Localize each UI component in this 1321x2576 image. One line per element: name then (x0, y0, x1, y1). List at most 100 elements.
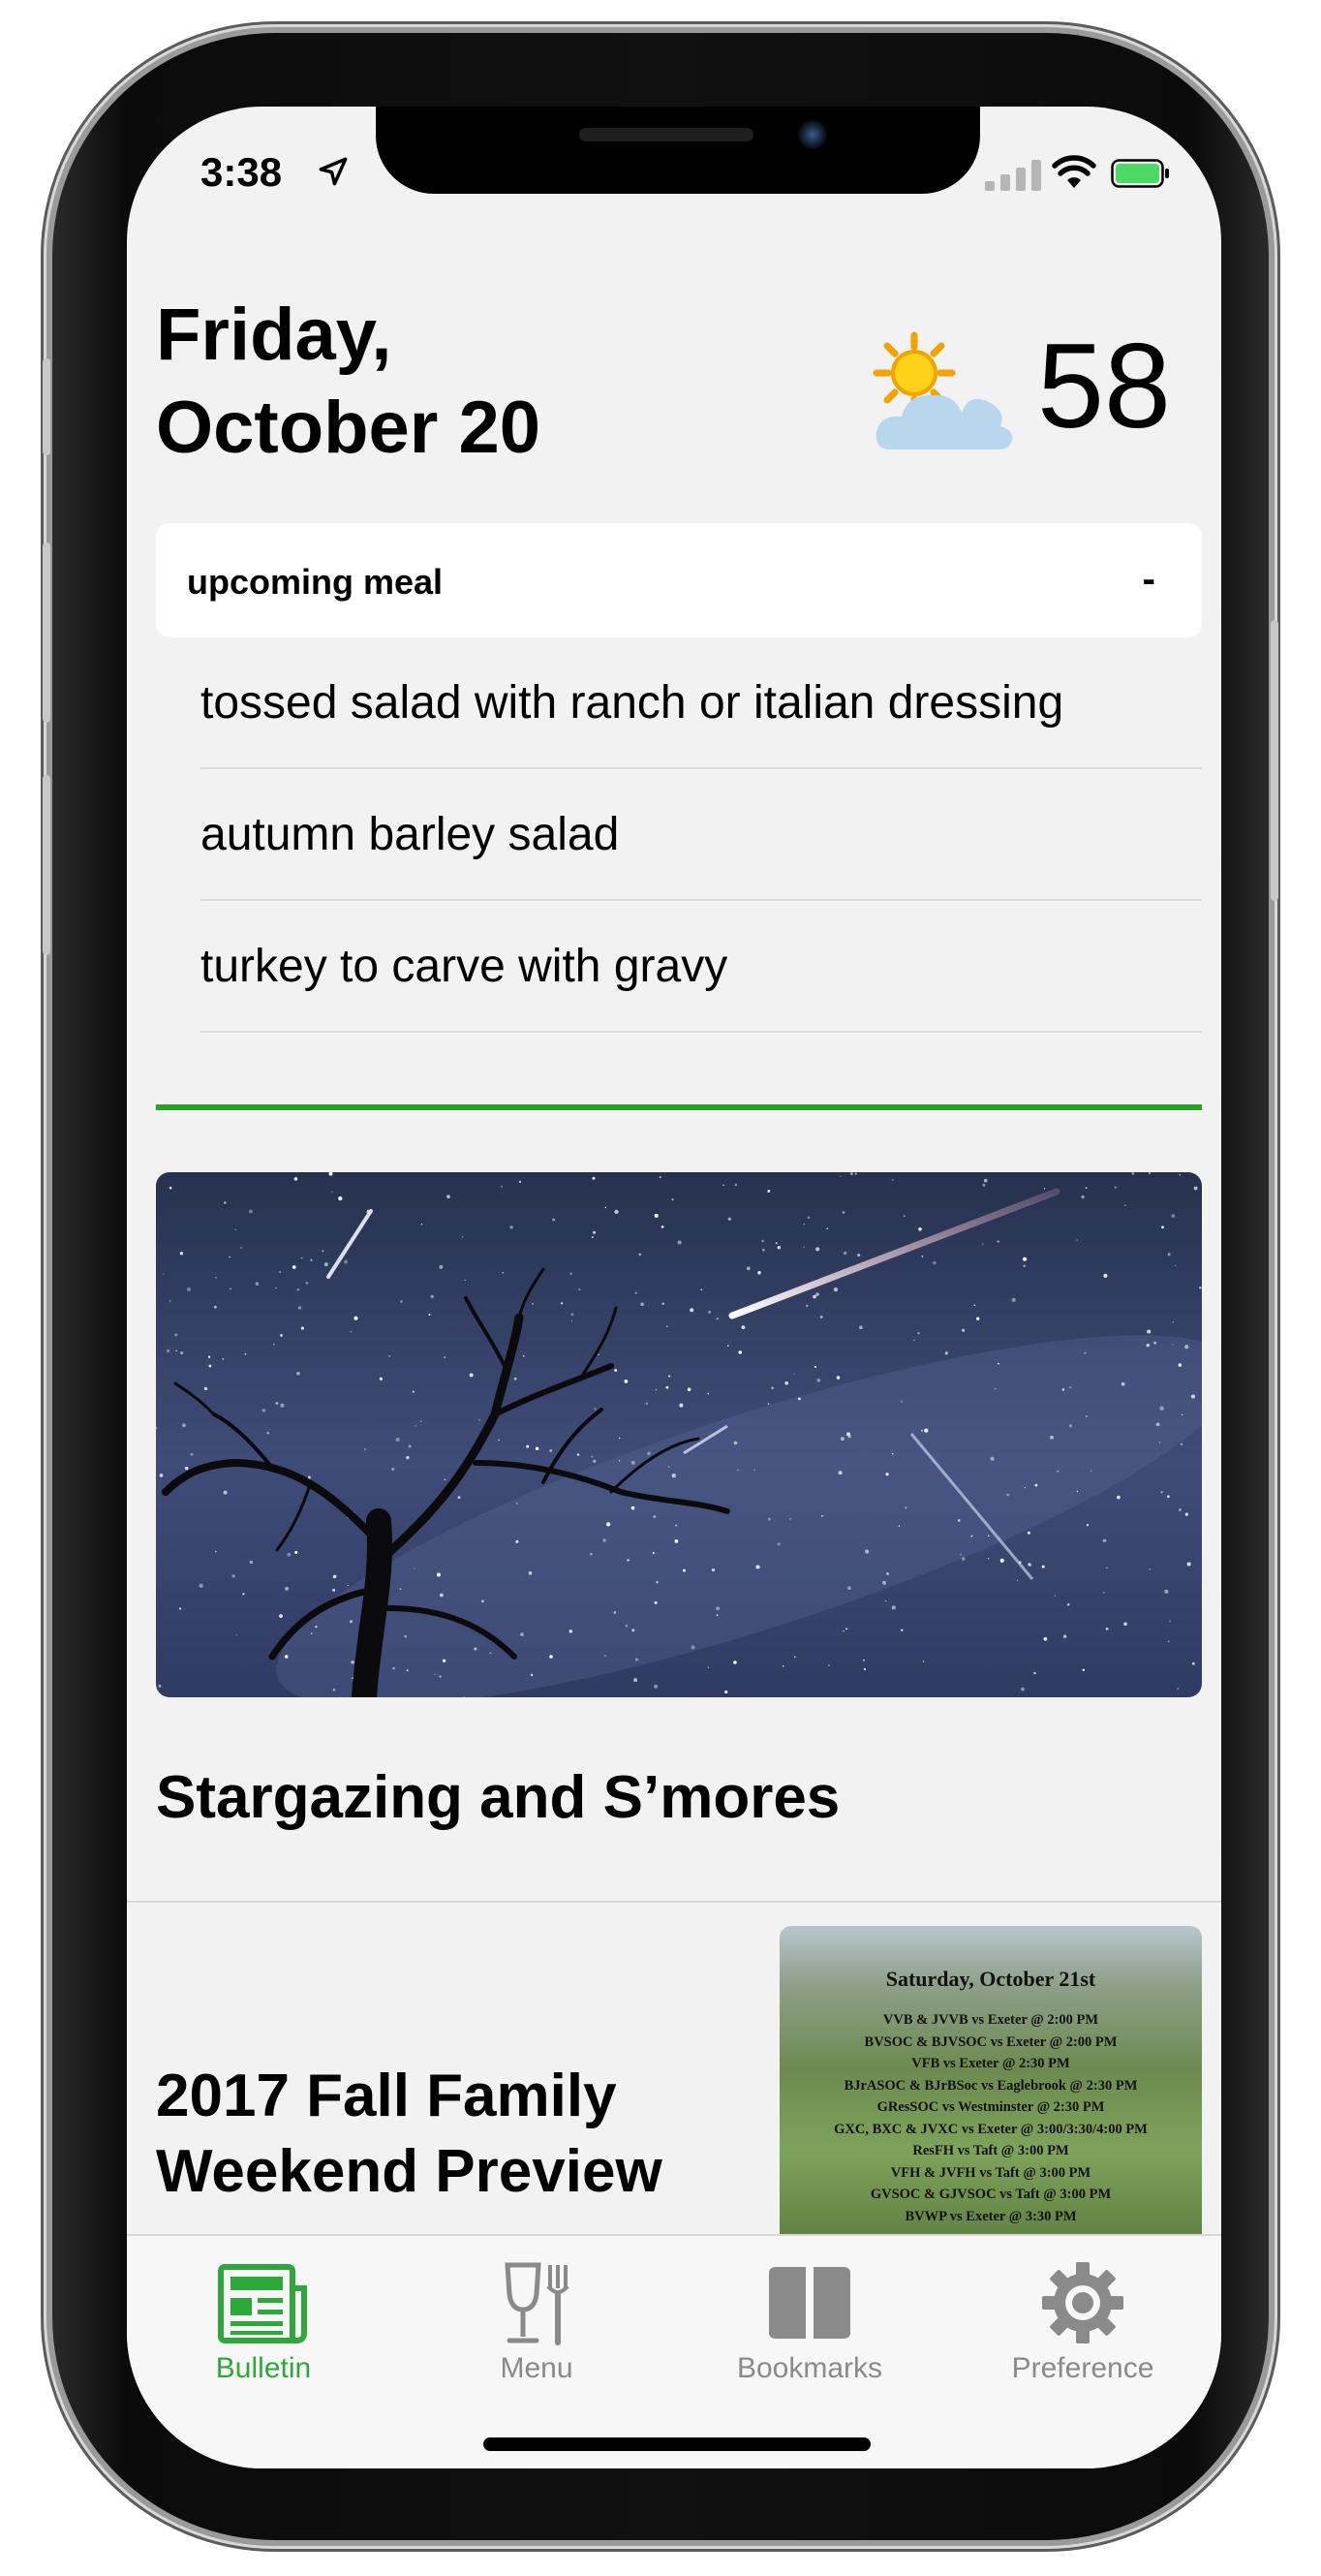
star-dot (777, 1246, 781, 1250)
star-dot (687, 1387, 691, 1392)
star-dot (242, 1593, 245, 1596)
star-dot (1179, 1508, 1182, 1511)
star-dot (518, 1180, 522, 1183)
tab-bookmarks[interactable]: Bookmarks (673, 2250, 946, 2395)
star-dot (826, 1227, 829, 1230)
event-title[interactable]: Stargazing and S’mores (156, 1763, 840, 1832)
meal-item[interactable]: turkey to carve with gravy (200, 901, 1202, 1033)
star-dot (708, 1311, 711, 1314)
star-dot (654, 1684, 659, 1689)
star-dot (593, 1230, 597, 1234)
star-dot (854, 1172, 857, 1175)
star-dot (230, 1288, 231, 1290)
star-dot (1146, 1343, 1151, 1348)
tab-label: Bulletin (215, 2352, 312, 2384)
star-dot (444, 1355, 446, 1359)
location-arrow-icon (319, 157, 348, 186)
star-dot (222, 1357, 225, 1360)
star-dot (640, 1302, 644, 1307)
schedule-thumbnail[interactable]: Saturday, October 21st VVB & JVVB vs Exe… (780, 1926, 1202, 2246)
star-dot (631, 1629, 635, 1632)
star-dot (840, 1437, 845, 1442)
star-dot (502, 1271, 505, 1274)
star-dot (294, 1550, 298, 1554)
star-dot (399, 1588, 402, 1591)
partly-cloudy-icon (873, 331, 1013, 450)
volume-down-button (43, 775, 50, 955)
star-dot (838, 1471, 843, 1475)
star-dot (255, 1282, 260, 1286)
star-dot (549, 1655, 553, 1659)
star-dot (807, 1216, 811, 1220)
star-dot (180, 1350, 184, 1355)
meal-section-title: upcoming meal (187, 562, 444, 602)
star-dot (350, 1331, 352, 1333)
star-dot (618, 1460, 621, 1462)
star-dot (532, 1302, 535, 1305)
star-dot (885, 1473, 889, 1476)
meal-item[interactable]: autumn barley salad (200, 769, 1202, 901)
star-dot (591, 1235, 594, 1239)
star-dot (990, 1456, 995, 1461)
star-dot (604, 1655, 606, 1657)
star-dot (1028, 1563, 1031, 1567)
star-dot (605, 1522, 611, 1527)
upcoming-meal-header[interactable]: upcoming meal - (156, 523, 1202, 637)
star-dot (591, 1455, 594, 1458)
star-dot (1069, 1386, 1071, 1388)
star-dot (570, 1313, 574, 1317)
star-dot (753, 1469, 755, 1471)
star-dot (353, 1316, 358, 1320)
meteor-sky-image[interactable] (156, 1172, 1202, 1697)
star-dot (634, 1658, 639, 1661)
star-dot (647, 1451, 651, 1455)
star-dot (169, 1186, 172, 1190)
star-dot (842, 1211, 845, 1214)
star-dot (733, 1441, 738, 1445)
star-dot (976, 1317, 980, 1320)
star-dot (528, 1571, 533, 1575)
star-dot (627, 1559, 630, 1562)
star-dot (1155, 1422, 1160, 1427)
star-dot (913, 1339, 915, 1342)
star-dot (1177, 1688, 1180, 1691)
tab-preference[interactable]: Preference (946, 2250, 1219, 2395)
status-time: 3:38 (200, 149, 283, 195)
star-dot (638, 1253, 642, 1257)
star-dot (234, 1228, 237, 1231)
star-dot (707, 1392, 710, 1395)
star-dot (960, 1553, 963, 1556)
collapse-button[interactable]: - (1143, 558, 1155, 602)
cellular-signal-icon (985, 160, 1041, 191)
star-dot (413, 1567, 415, 1569)
book-icon (769, 2267, 850, 2339)
star-dot (746, 1266, 751, 1271)
star-dot (331, 1191, 333, 1194)
schedule-line: GVSOC & GJVSOC vs Taft @ 3:00 PM (870, 2187, 1112, 2202)
star-dot (998, 1362, 999, 1365)
star-dot (1043, 1188, 1046, 1190)
star-dot (962, 1557, 966, 1561)
star-dot (898, 1525, 901, 1527)
star-dot (828, 1664, 830, 1666)
star-dot (1167, 1495, 1170, 1499)
star-dot (469, 1373, 474, 1378)
star-dot (305, 1281, 309, 1285)
star-dot (1193, 1186, 1198, 1191)
star-dot (671, 1198, 674, 1201)
star-dot (300, 1257, 303, 1259)
star-dot (789, 1518, 791, 1520)
schedule-line: GXC, BXC & JVXC vs Exeter @ 3:00/3:30/4:… (834, 2121, 1148, 2137)
star-dot (578, 1288, 581, 1291)
star-dot (332, 1688, 336, 1691)
home-indicator[interactable] (483, 2437, 871, 2451)
event-title[interactable]: 2017 Fall Family Weekend Preview (156, 2059, 756, 2210)
star-dot (944, 1351, 948, 1355)
star-dot (1050, 1435, 1054, 1440)
tab-menu[interactable]: Menu (400, 2250, 673, 2395)
power-button (1271, 620, 1278, 901)
star-dot (675, 1524, 678, 1527)
tab-bulletin[interactable]: Bulletin (127, 2250, 400, 2395)
star-dot (733, 1660, 737, 1664)
meal-item[interactable]: tossed salad with ranch or italian dress… (200, 637, 1202, 769)
